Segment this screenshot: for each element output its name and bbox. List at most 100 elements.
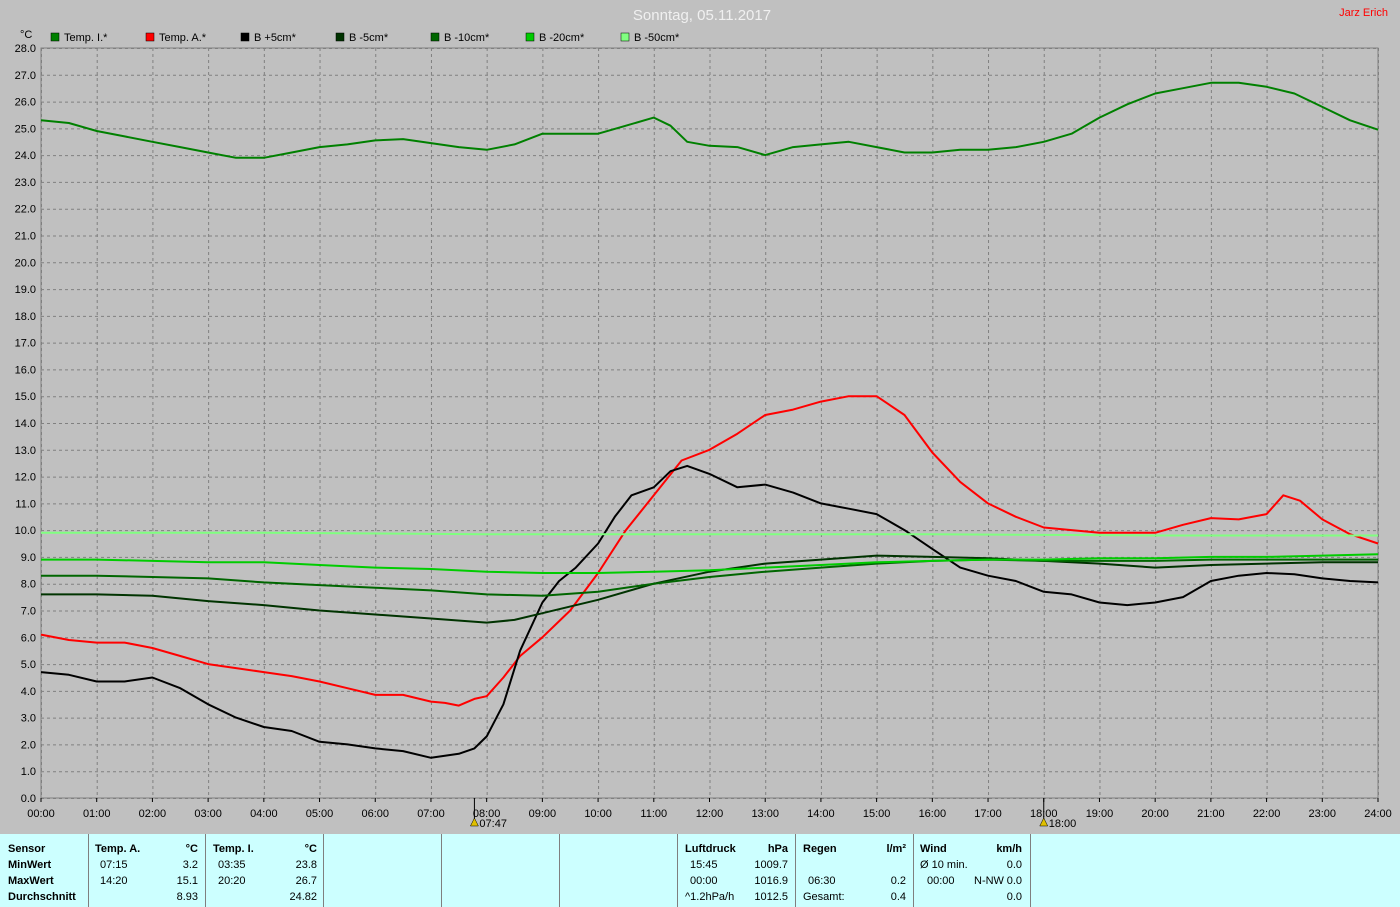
temp-i-unit: °C xyxy=(304,843,317,855)
temp-a-avg-value: 8.93 xyxy=(176,891,198,903)
divider xyxy=(795,834,796,907)
divider xyxy=(677,834,678,907)
legend-swatch xyxy=(525,32,535,42)
x-tick-label: 16:00 xyxy=(919,808,947,820)
x-tick-label: 02:00 xyxy=(139,808,167,820)
temp-i-min-time: 03:35 xyxy=(218,859,246,871)
y-tick-label: 12.0 xyxy=(15,472,36,484)
temp-a-unit: °C xyxy=(185,843,198,855)
x-tick-label: 19:00 xyxy=(1086,808,1114,820)
sensor-row-min: MinWert xyxy=(8,859,52,871)
legend-swatch xyxy=(620,32,630,42)
x-tick-label: 24:00 xyxy=(1364,808,1392,820)
divider xyxy=(559,834,560,907)
x-tick-label: 13:00 xyxy=(751,808,779,820)
x-tick-label: 15:00 xyxy=(863,808,891,820)
y-tick-label: 25.0 xyxy=(15,123,36,135)
temp-i-header: Temp. I. xyxy=(213,843,254,855)
y-tick-label: 16.0 xyxy=(15,364,36,376)
y-tick-label: 0.0 xyxy=(21,793,36,805)
stats-panel: Sensor MinWert MaxWert Durchschnitt Temp… xyxy=(0,834,1400,907)
rain-max-value: 0.2 xyxy=(890,875,906,887)
temperature-chart: Sonntag, 05.11.2017 Jarz Erich °C Temp. … xyxy=(15,7,1392,830)
temp-i-avg-value: 24.82 xyxy=(289,891,317,903)
x-tick-label: 07:00 xyxy=(417,808,445,820)
rain-header: Regen xyxy=(803,843,837,855)
legend-label: B -5cm* xyxy=(349,32,389,44)
pressure-header: Luftdruck xyxy=(685,843,736,855)
rain-total-label: Gesamt: xyxy=(803,891,845,903)
legend-label: B +5cm* xyxy=(254,32,297,44)
y-tick-label: 18.0 xyxy=(15,311,36,323)
y-tick-label: 8.0 xyxy=(21,579,36,591)
x-tick-label: 01:00 xyxy=(83,808,111,820)
legend-label: B -50cm* xyxy=(634,32,680,44)
wind-avg-value: 0.0 xyxy=(1006,859,1022,871)
rain-unit: l/m² xyxy=(886,843,906,855)
sensor-row-max: MaxWert xyxy=(8,875,54,887)
y-tick-label: 21.0 xyxy=(15,231,36,243)
y-tick-label: 22.0 xyxy=(15,204,36,216)
legend: Temp. I.* Temp. A.* B +5cm* B -5cm* B -10cm*… xyxy=(50,32,680,44)
legend-label: Temp. I.* xyxy=(64,32,108,44)
wind-max-value: 0.0 xyxy=(1006,875,1022,887)
temp-a-header: Temp. A. xyxy=(95,843,141,855)
pressure-max-time: 00:00 xyxy=(690,875,718,887)
rain-total-value: 0.4 xyxy=(890,891,906,903)
x-tick-label: 06:00 xyxy=(361,808,389,820)
wind-third-value: 0.0 xyxy=(1006,891,1022,903)
y-tick-label: 13.0 xyxy=(15,445,36,457)
legend-swatch xyxy=(335,32,345,42)
temp-a-min-time: 07:15 xyxy=(100,859,128,871)
pressure-max-value: 1016.9 xyxy=(754,875,788,887)
y-tick-label: 20.0 xyxy=(15,257,36,269)
marker-label: 18:00 xyxy=(1049,818,1077,830)
legend-swatch xyxy=(240,32,250,42)
chart-title: Sonntag, 05.11.2017 xyxy=(633,7,771,24)
y-tick-label: 17.0 xyxy=(15,338,36,350)
sensor-header: Sensor xyxy=(8,843,46,855)
y-tick-label: 5.0 xyxy=(21,659,36,671)
y-tick-label: 10.0 xyxy=(15,525,36,537)
x-tick-label: 22:00 xyxy=(1253,808,1281,820)
series-line-2 xyxy=(40,395,1379,707)
x-tick-label: 23:00 xyxy=(1309,808,1337,820)
grid xyxy=(40,47,1379,799)
y-tick-label: 11.0 xyxy=(15,498,36,510)
y-tick-label: 28.0 xyxy=(15,43,36,55)
y-tick-label: 6.0 xyxy=(21,632,36,644)
y-tick-label: 3.0 xyxy=(21,713,36,725)
wind-max-time: 00:00 xyxy=(927,875,955,887)
y-tick-label: 19.0 xyxy=(15,284,36,296)
x-tick-label: 09:00 xyxy=(529,808,557,820)
pressure-trend: ^1.2hPa/h xyxy=(685,891,735,903)
x-tick-label: 14:00 xyxy=(807,808,835,820)
temp-a-min-value: 3.2 xyxy=(182,859,198,871)
x-tick-label: 12:00 xyxy=(696,808,724,820)
divider xyxy=(205,834,206,907)
temp-i-min-value: 23.8 xyxy=(295,859,317,871)
y-axis-ticks: 0.0 1.0 2.0 3.0 4.0 5.0 6.0 7.0 8.0 9.0 10.0 11.0 12… xyxy=(15,43,36,805)
y-tick-label: 7.0 xyxy=(21,606,36,618)
divider xyxy=(1030,834,1031,907)
wind-avg-label: Ø 10 min. xyxy=(920,859,968,871)
pressure-avg-value: 1012.5 xyxy=(754,891,788,903)
x-tick-label: 21:00 xyxy=(1197,808,1225,820)
pressure-min-value: 1009.7 xyxy=(754,859,788,871)
divider xyxy=(88,834,89,907)
y-axis-unit: °C xyxy=(20,29,32,41)
x-tick-label: 17:00 xyxy=(974,808,1002,820)
y-tick-label: 24.0 xyxy=(15,150,36,162)
y-tick-label: 1.0 xyxy=(21,766,36,778)
x-tick-label: 04:00 xyxy=(250,808,278,820)
temp-a-max-value: 15.1 xyxy=(176,875,198,887)
x-axis-ticks: 00:00 01:00 02:00 03:00 04:00 05:00 06:00 07:00… xyxy=(27,798,1392,820)
y-tick-label: 23.0 xyxy=(15,177,36,189)
y-tick-label: 15.0 xyxy=(15,391,36,403)
legend-swatch xyxy=(50,32,60,42)
x-tick-label: 11:00 xyxy=(640,808,667,820)
legend-swatch xyxy=(430,32,440,42)
y-tick-label: 26.0 xyxy=(15,97,36,109)
y-tick-label: 4.0 xyxy=(21,686,36,698)
legend-label: B -10cm* xyxy=(444,32,490,44)
